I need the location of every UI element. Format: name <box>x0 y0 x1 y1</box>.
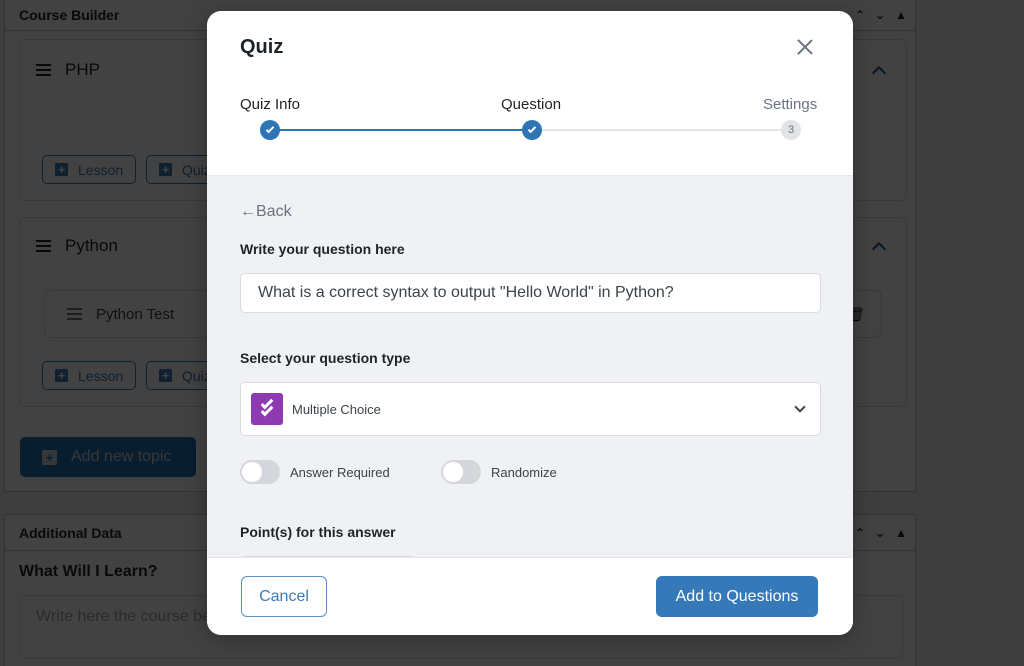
question-label: Write your question here <box>240 241 405 257</box>
step-label-quiz-info: Quiz Info <box>240 96 301 113</box>
answer-required-toggle[interactable]: Answer Required <box>240 460 390 484</box>
question-type-value: Multiple Choice <box>292 401 381 417</box>
step-connector-complete <box>270 129 532 131</box>
chevron-down-icon <box>794 401 806 413</box>
multiple-choice-icon <box>251 393 283 425</box>
toggle-switch[interactable] <box>441 460 481 484</box>
step-number-badge[interactable]: 3 <box>781 120 801 140</box>
cancel-button[interactable]: Cancel <box>241 576 327 617</box>
randomize-toggle[interactable]: Randomize <box>441 460 557 484</box>
toggle-switch[interactable] <box>240 460 280 484</box>
add-to-questions-button[interactable]: Add to Questions <box>656 576 818 617</box>
question-type-select[interactable]: Multiple Choice <box>240 382 821 436</box>
step-label-settings: Settings <box>763 96 818 113</box>
question-input[interactable] <box>240 273 821 313</box>
step-complete-check-icon[interactable] <box>260 120 280 140</box>
back-link[interactable]: ←Back <box>240 203 292 221</box>
step-connector-pending <box>532 129 792 131</box>
progress-stepper: Quiz Info Question Settings 3 <box>207 11 853 176</box>
step-label-question: Question <box>501 96 562 113</box>
step-complete-check-icon[interactable] <box>522 120 542 140</box>
modal-body: ←Back Write your question here Select yo… <box>207 175 853 557</box>
quiz-modal: Quiz Quiz Info Question Settings 3 ←Back… <box>207 11 853 635</box>
question-type-label: Select your question type <box>240 350 411 366</box>
points-label: Point(s) for this answer <box>240 524 396 540</box>
modal-footer: Cancel Add to Questions <box>207 557 853 635</box>
